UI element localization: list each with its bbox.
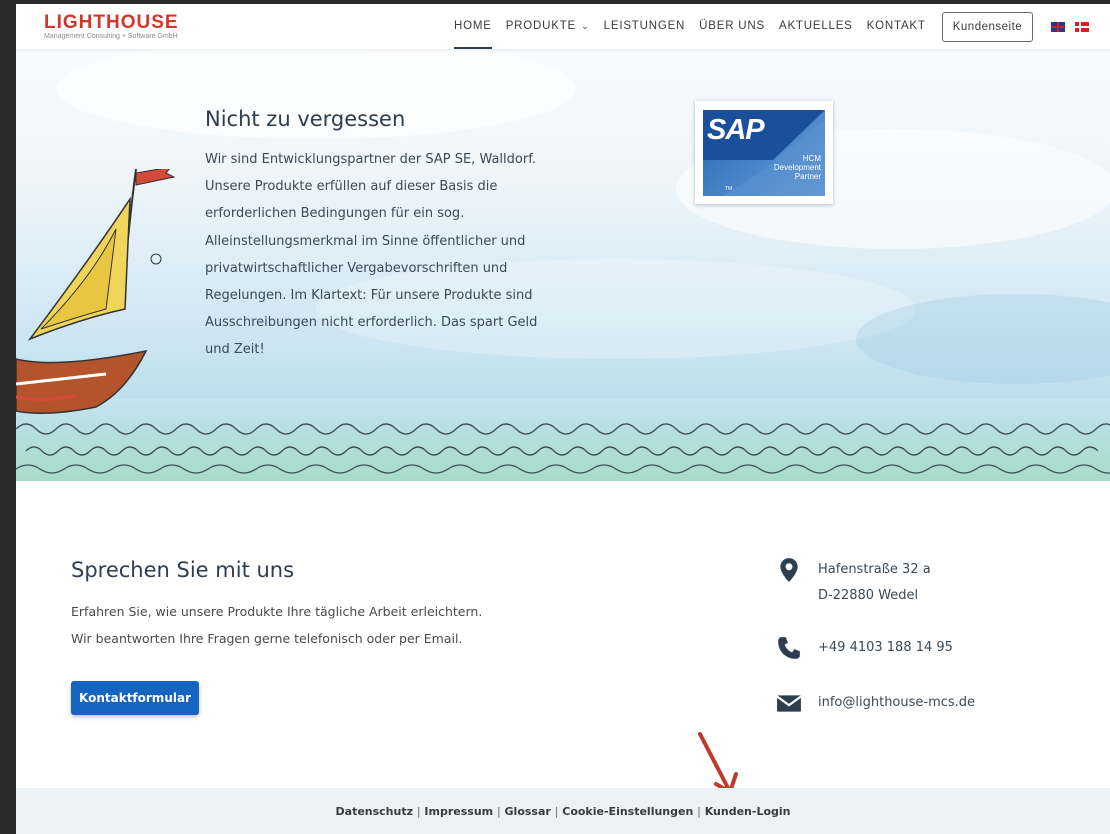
footer-link-kunden-login[interactable]: Kunden-Login: [705, 805, 791, 818]
dk-flag-icon[interactable]: [1075, 21, 1090, 32]
logo[interactable]: LIGHTHOUSE Management Consulting + Softw…: [44, 12, 179, 40]
footer-link-glossar[interactable]: Glossar: [505, 805, 551, 818]
envelope-icon: [776, 695, 802, 712]
footer-separator: |: [416, 804, 421, 818]
nav-ueber-uns[interactable]: ÜBER UNS: [699, 4, 765, 49]
address-line-2: D-22880 Wedel: [818, 588, 919, 603]
hero-line: Ausschreibungen nicht erforderlich. Das …: [205, 315, 538, 331]
hero-line: Unsere Produkte erfüllen auf dieser Basi…: [205, 179, 498, 195]
nav-home[interactable]: HOME: [454, 4, 492, 49]
footer-link-cookie-einstellungen[interactable]: Cookie-Einstellungen: [562, 805, 693, 818]
footer-separator: |: [554, 804, 559, 818]
sap-badge-line2: Development: [773, 163, 821, 172]
contact-line-1: Erfahren Sie, wie unsere Produkte Ihre t…: [71, 604, 483, 619]
nav-kontakt-label: KONTAKT: [866, 20, 926, 32]
hero-section: Nicht zu vergessen Wir sind Entwicklungs…: [16, 49, 1110, 481]
chevron-down-icon: ⌄: [578, 21, 590, 31]
footer-link-datenschutz[interactable]: Datenschutz: [336, 805, 414, 818]
nav-ueber-uns-label: ÜBER UNS: [699, 20, 765, 32]
main-nav: HOME PRODUKTE ⌄ LEISTUNGEN ÜBER UNS AKTU…: [454, 4, 1099, 49]
email-text[interactable]: info@lighthouse-mcs.de: [818, 690, 975, 716]
footer-separator: |: [496, 804, 501, 818]
hero-line: erforderlichen Bedingungen für ein sog.: [205, 206, 465, 222]
address-line-1: Hafenstraße 32 a: [818, 562, 931, 577]
nav-home-label: HOME: [454, 20, 492, 32]
site-header: LIGHTHOUSE Management Consulting + Softw…: [16, 4, 1110, 50]
footer-links: Datenschutz | Impressum | Glossar | Cook…: [336, 805, 791, 818]
nav-aktuelles-label: AKTUELLES: [778, 20, 853, 32]
hero-line: und Zeit!: [205, 342, 265, 358]
site-footer: Datenschutz | Impressum | Glossar | Cook…: [16, 788, 1110, 834]
contact-title: Sprechen Sie mit uns: [71, 558, 295, 582]
sap-badge-graphic: SAP HCM Development Partner TM: [703, 110, 825, 196]
kundenseite-button[interactable]: Kundenseite: [941, 11, 1034, 42]
hero-line: Alleinstellungsmerkmal im Sinne öffentli…: [205, 233, 526, 249]
address-item: Hafenstraße 32 a D-22880 Wedel: [776, 557, 931, 609]
hero-line: Regelungen. Im Klartext: Für unsere Prod…: [205, 288, 533, 304]
browser-page: LIGHTHOUSE Management Consulting + Softw…: [16, 4, 1110, 834]
logo-text: LIGHTHOUSE: [44, 12, 179, 33]
sap-badge-line3: Partner: [794, 172, 821, 181]
email-item: info@lighthouse-mcs.de: [776, 690, 975, 716]
footer-link-impressum[interactable]: Impressum: [424, 805, 493, 818]
nav-aktuelles[interactable]: AKTUELLES: [779, 4, 853, 49]
hero-body: Wir sind Entwicklungspartner der SAP SE,…: [205, 146, 565, 364]
sap-badge-subtitle: HCM Development Partner: [774, 154, 821, 181]
contact-line-2: Wir beantworten Ihre Fragen gerne telefo…: [71, 631, 463, 646]
nav-leistungen[interactable]: LEISTUNGEN: [604, 4, 686, 49]
phone-icon: [778, 637, 800, 659]
uk-flag-icon[interactable]: [1051, 21, 1066, 32]
sap-logo-text: SAP: [707, 114, 765, 146]
sap-partner-badge: SAP HCM Development Partner TM: [695, 101, 833, 204]
phone-item: +49 4103 188 14 95: [776, 635, 953, 661]
kontaktformular-button[interactable]: Kontaktformular: [71, 681, 199, 715]
phone-text[interactable]: +49 4103 188 14 95: [818, 635, 953, 661]
sap-badge-line1: HCM: [802, 154, 821, 163]
nav-produkte[interactable]: PRODUKTE ⌄: [506, 4, 590, 49]
nav-kontakt[interactable]: KONTAKT: [867, 4, 926, 49]
logo-subtitle: Management Consulting + Software GmbH: [44, 33, 178, 40]
nav-produkte-label: PRODUKTE: [505, 20, 576, 32]
location-pin-icon: [780, 558, 798, 582]
footer-separator: |: [697, 804, 701, 818]
sailboat-illustration: [16, 169, 176, 414]
nav-leistungen-label: LEISTUNGEN: [603, 20, 686, 32]
sap-badge-tm: TM: [725, 186, 733, 192]
hero-line: privatwirtschaftlicher Vergabevorschrift…: [205, 260, 508, 276]
address-text: Hafenstraße 32 a D-22880 Wedel: [818, 557, 931, 609]
hero-line: Wir sind Entwicklungspartner der SAP SE,…: [205, 152, 536, 167]
hero-title: Nicht zu vergessen: [205, 107, 406, 131]
